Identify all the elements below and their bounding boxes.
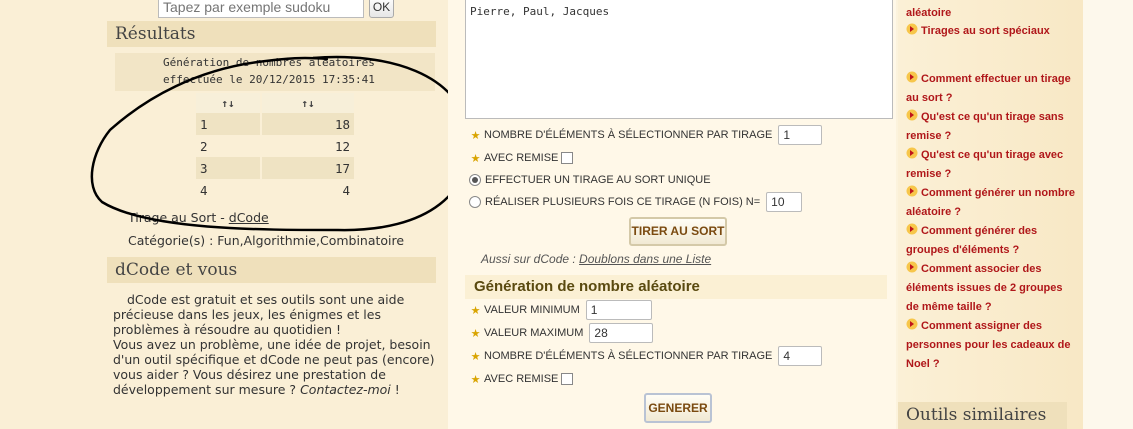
- arrow-right-icon: [906, 71, 918, 83]
- sort-column-2-button[interactable]: ↑↓: [262, 93, 354, 113]
- arrow-right-icon: [906, 109, 918, 121]
- nb-count-row: ★ Nombre d'éléments à sélectionner par t…: [467, 345, 823, 367]
- times-input[interactable]: [766, 192, 803, 212]
- faq-item-label: Comment associer des éléments issues de …: [906, 263, 1063, 313]
- row-value: 4: [342, 182, 350, 198]
- row-index: 3: [196, 157, 262, 179]
- nb-count-label: Nombre d'éléments à sélectionner par tir…: [484, 350, 773, 362]
- remise-label: Avec remise: [484, 152, 559, 164]
- faq-item-label: Comment assigner des personnes pour les …: [906, 320, 1071, 370]
- faq-item-label: Comment générer un nombre aléatoire ?: [906, 187, 1076, 218]
- faq-item-7[interactable]: Comment associer des éléments issues de …: [906, 260, 1078, 317]
- radio-single-row: Effectuer un tirage au sort unique: [467, 169, 711, 191]
- faq-item-2[interactable]: Comment effectuer un tirage au sort ?: [906, 70, 1078, 108]
- faq-item-0[interactable]: aléatoire: [906, 4, 1078, 23]
- nb-count-input[interactable]: [778, 346, 823, 366]
- radio-multi-row: Réaliser plusieurs fois ce tirage (N foi…: [467, 191, 803, 213]
- max-label: Valeur maximum: [484, 327, 584, 339]
- generer-button[interactable]: GENERER: [644, 393, 712, 423]
- max-row: ★ Valeur maximum: [467, 322, 654, 344]
- nb-remise-label: Avec remise: [484, 373, 559, 385]
- tirer-au-sort-button[interactable]: TIRER AU SORT: [629, 217, 727, 246]
- also-prefix: Aussi sur dCode :: [481, 252, 580, 266]
- nb-remise-row: ★ Avec remise: [467, 368, 574, 390]
- faq-item-5[interactable]: Comment générer un nombre aléatoire ?: [906, 184, 1078, 222]
- dcode-para2-end: !: [390, 382, 400, 397]
- page-margin: [1083, 0, 1133, 429]
- results-table: ↑↓ ↑↓ 1 18 2 12 3 17 44: [196, 93, 354, 201]
- arrow-right-icon: [906, 223, 918, 235]
- dcode-para1: dCode est gratuit et ses outils sont une…: [113, 292, 405, 337]
- faq-item-8[interactable]: Comment assigner des personnes pour les …: [906, 317, 1078, 374]
- radio-single[interactable]: [469, 174, 481, 186]
- remise-row: ★ Avec remise: [467, 147, 574, 169]
- faq-item-4[interactable]: Qu'est ce qu'un tirage avec remise ?: [906, 146, 1078, 184]
- nombre-heading: Génération de nombre aléatoire: [465, 275, 887, 299]
- results-message-line2: effectuée le 20/12/2015 17:35:41: [163, 73, 375, 86]
- search-ok-button[interactable]: OK: [369, 0, 394, 18]
- faq-item-label: aléatoire: [906, 7, 952, 19]
- radio-multi-label: Réaliser plusieurs fois ce tirage (N foi…: [485, 196, 761, 208]
- count-row: ★ Nombre d'éléments à sélectionner par t…: [467, 124, 823, 146]
- dcode-vous-heading: dCode et vous: [107, 257, 436, 283]
- min-input[interactable]: [585, 300, 652, 320]
- remise-checkbox[interactable]: [561, 152, 574, 164]
- tool-name: Tirage au Sort - dCode: [128, 210, 269, 225]
- table-row: 2 12: [196, 135, 354, 157]
- dcode-vous-text: dCode est gratuit et ses outils sont une…: [113, 292, 438, 397]
- results-message: Génération de nombres aléatoires effectu…: [163, 54, 375, 88]
- row-index: 4: [196, 179, 262, 201]
- star-icon: ★: [470, 129, 481, 142]
- doublons-link[interactable]: Doublons dans une Liste: [579, 252, 711, 266]
- faq-item-label: Qu'est ce qu'un tirage avec remise ?: [906, 149, 1064, 180]
- star-icon: ★: [470, 373, 481, 386]
- search-input[interactable]: [158, 0, 364, 18]
- faq-item-label: Qu'est ce qu'un tirage sans remise ?: [906, 111, 1064, 142]
- results-heading: Résultats: [107, 21, 436, 47]
- arrow-right-icon: [906, 185, 918, 197]
- star-icon: ★: [470, 327, 481, 340]
- sort-column-1-button[interactable]: ↑↓: [196, 93, 262, 113]
- row-value: 12: [334, 138, 350, 154]
- star-icon: ★: [470, 304, 481, 317]
- similar-tools-heading: Outils similaires: [898, 402, 1067, 429]
- list-textarea[interactable]: Pierre, Paul, Jacques: [465, 0, 893, 119]
- radio-multi[interactable]: [469, 196, 481, 208]
- star-icon: ★: [470, 152, 481, 165]
- arrow-right-icon: [906, 147, 918, 159]
- also-on-dcode: Aussi sur dCode : Doublons dans une List…: [481, 252, 711, 266]
- dcode-link[interactable]: dCode: [229, 210, 269, 225]
- row-value: 17: [262, 157, 354, 179]
- count-input[interactable]: [778, 125, 823, 145]
- count-label: Nombre d'éléments à sélectionner par tir…: [484, 129, 773, 141]
- arrow-right-icon: [906, 261, 918, 273]
- arrow-right-icon: [906, 23, 918, 35]
- min-row: ★ Valeur minimum: [467, 299, 652, 321]
- faq-item-label: Comment générer des groupes d'éléments ?: [906, 225, 1038, 256]
- radio-single-label: Effectuer un tirage au sort unique: [485, 174, 711, 186]
- contact-link[interactable]: Contactez-moi: [300, 382, 391, 397]
- star-icon: ★: [470, 350, 481, 363]
- faq-item-1[interactable]: Tirages au sort spéciaux: [906, 22, 1078, 41]
- faq-item-label: Tirages au sort spéciaux: [921, 25, 1050, 37]
- dcode-para2-wrap: Vous avez un problème, une idée de proje…: [113, 337, 438, 397]
- row-value: 18: [262, 113, 354, 135]
- nb-remise-checkbox[interactable]: [561, 373, 574, 385]
- faq-item-3[interactable]: Qu'est ce qu'un tirage sans remise ?: [906, 108, 1078, 146]
- categories: Catégorie(s) : Fun,Algorithmie,Combinato…: [128, 233, 405, 248]
- table-row: 1 18: [196, 113, 354, 135]
- arrow-right-icon: [906, 318, 918, 330]
- results-message-line1: Génération de nombres aléatoires: [163, 56, 375, 69]
- table-row: 44: [196, 179, 354, 201]
- min-label: Valeur minimum: [484, 304, 580, 316]
- faq-item-6[interactable]: Comment générer des groupes d'éléments ?: [906, 222, 1078, 260]
- row-index: 2: [196, 135, 262, 157]
- tool-prefix: Tirage au Sort -: [128, 210, 229, 225]
- row-index: 1: [196, 113, 262, 135]
- max-input[interactable]: [589, 323, 654, 343]
- faq-item-label: Comment effectuer un tirage au sort ?: [906, 73, 1071, 104]
- table-row: 3 17: [196, 157, 354, 179]
